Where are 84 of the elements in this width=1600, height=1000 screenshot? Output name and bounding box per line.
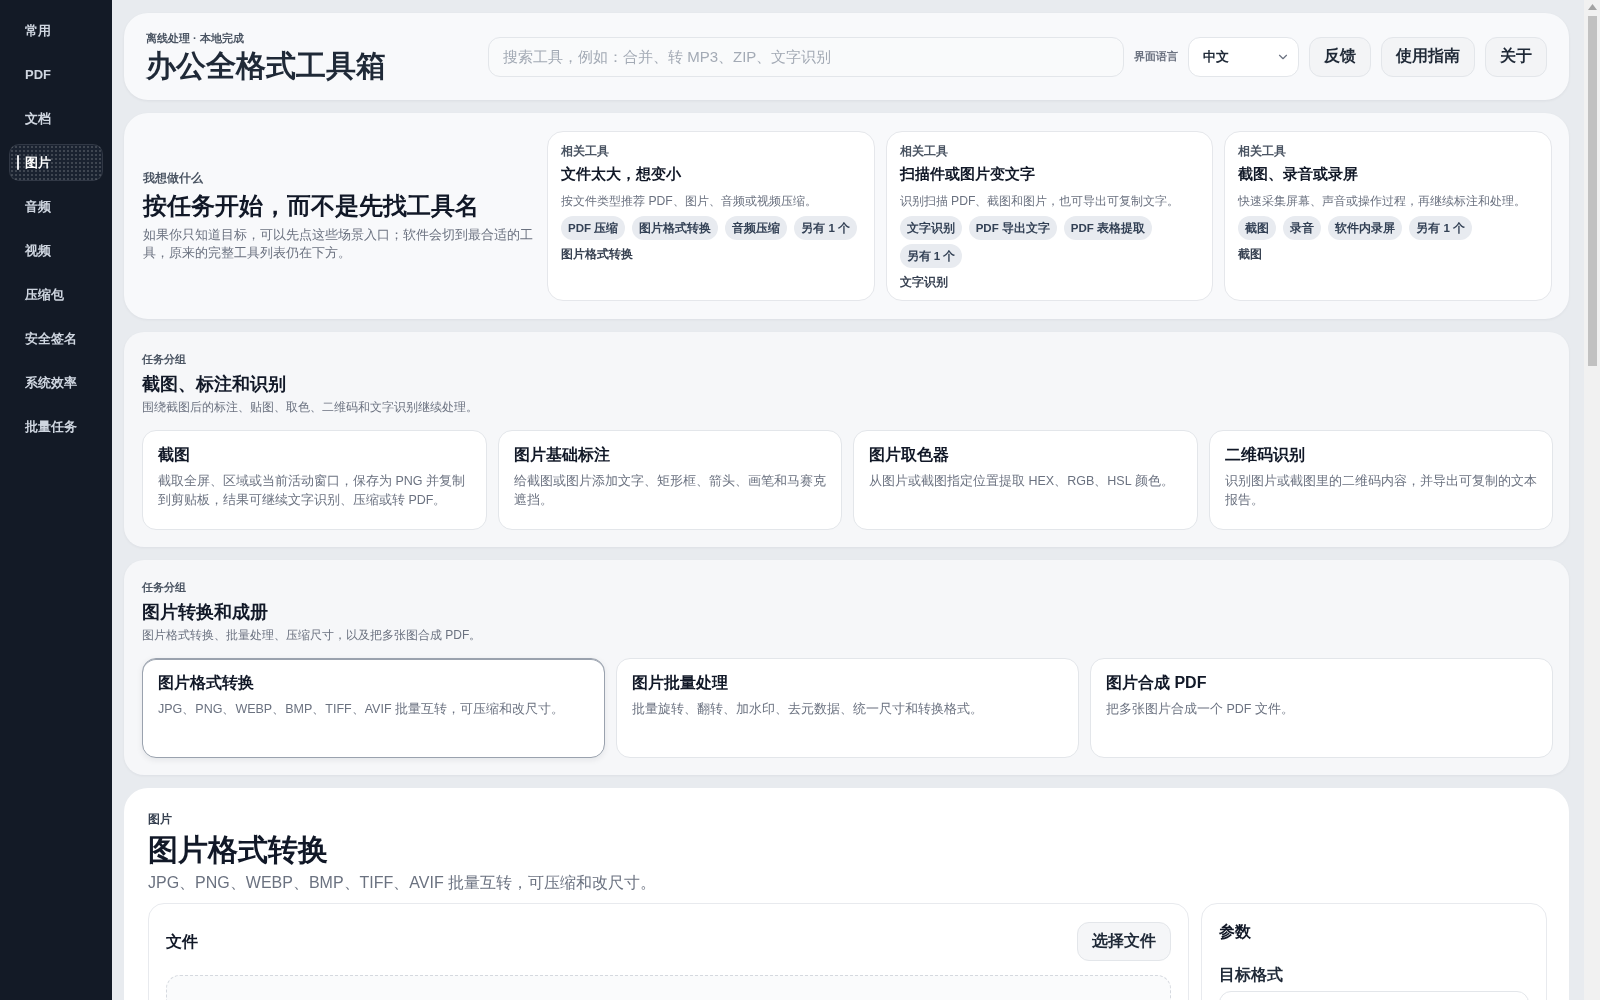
group-eyebrow: 任务分组	[142, 352, 187, 367]
group-eyebrow: 任务分组	[142, 580, 187, 595]
sidebar-item[interactable]: 文档	[9, 100, 103, 137]
header-button[interactable]: 反馈	[1309, 36, 1371, 77]
sidebar-item[interactable]: 批量任务	[9, 408, 103, 445]
tool-card[interactable]: 二维码识别 识别图片或截图里的二维码内容，并导出可复制的文本报告。	[1208, 430, 1553, 530]
scenario-card[interactable]: 相关工具 截图、录音或录屏 快速采集屏幕、声音或操作过程，再继续标注和处理。 截图 录音 软件内录屏 另有 1 个 截图	[1224, 131, 1552, 301]
scenario-eyebrow: 相关工具	[899, 143, 948, 159]
sidebar-item[interactable]: 音频	[9, 188, 103, 225]
tool-card[interactable]: 图片格式转换 JPG、PNG、WEBP、BMP、TIFF、AVIF 批量互转，可压缩和改尺寸。	[142, 658, 605, 758]
header-button[interactable]: 关于	[1485, 36, 1547, 77]
group-title: 截图、标注和识别	[142, 373, 287, 396]
tool-tag[interactable]: 音频压缩	[725, 216, 788, 240]
sidebar-item[interactable]: 图片	[9, 144, 103, 181]
group-description: 围绕截图后的标注、贴图、取色、二维码和文字识别继续处理。	[142, 399, 479, 415]
group-description: 图片格式转换、批量处理、压缩尺寸，以及把多张图合成 PDF。	[142, 627, 483, 643]
tool-card[interactable]: 图片合成 PDF 把多张图片合成一个 PDF 文件。	[1090, 658, 1553, 758]
app-title: 办公全格式工具箱	[146, 47, 387, 84]
intro-title: 按任务开始，而不是先找工具名	[143, 191, 480, 221]
tool-link[interactable]: 文字识别	[899, 274, 948, 290]
intro-eyebrow: 我想做什么	[143, 170, 204, 186]
tool-tag[interactable]: 另有 1 个	[794, 216, 857, 240]
tool-title: 图片格式转换	[148, 832, 329, 868]
tool-tag[interactable]: 截图	[1238, 216, 1277, 240]
sidebar-item[interactable]: 压缩包	[9, 276, 103, 313]
tool-card[interactable]: 图片取色器 从图片或截图指定位置提取 HEX、RGB、HSL 颜色。	[853, 430, 1198, 530]
tool-description: 给截图或图片添加文字、矩形框、箭头、画笔和马赛克遮挡。	[513, 473, 826, 509]
tool-summary: JPG、PNG、WEBP、BMP、TIFF、AVIF 批量互转，可压缩和改尺寸。	[148, 873, 658, 893]
field-label: 目标格式	[1219, 965, 1284, 985]
tool-category: 图片	[148, 811, 173, 827]
tool-description: 批量旋转、翻转、加水印、去元数据、统一尺寸和转换格式。	[632, 701, 983, 718]
tool-name: 图片基础标注	[513, 445, 610, 465]
tool-link[interactable]: 图片格式转换	[561, 246, 633, 262]
tool-name: 图片取色器	[869, 445, 949, 465]
sidebar-item[interactable]: 安全签名	[9, 320, 103, 357]
tool-description: 把多张图片合成一个 PDF 文件。	[1106, 701, 1294, 718]
sidebar-item[interactable]: 视频	[9, 232, 103, 269]
scenario-description: 识别扫描 PDF、截图和图片，也可导出可复制文字。	[899, 193, 1180, 210]
tool-card[interactable]: 图片基础标注 给截图或图片添加文字、矩形框、箭头、画笔和马赛克遮挡。	[497, 430, 842, 530]
tool-description: 识别图片或截图里的二维码内容，并导出可复制的文本报告。	[1224, 473, 1537, 509]
header-button[interactable]: 使用指南	[1381, 36, 1475, 77]
tool-tag[interactable]: PDF 压缩	[561, 216, 626, 240]
language-label: 界面语言	[1134, 49, 1178, 64]
files-title: 文件	[166, 931, 198, 952]
scenario-eyebrow: 相关工具	[1238, 143, 1287, 159]
params-title: 参数	[1219, 922, 1252, 942]
group-title: 图片转换和成册	[142, 601, 269, 624]
tool-name: 图片合成 PDF	[1106, 673, 1207, 693]
tool-name: 截图	[158, 445, 190, 465]
scenario-title: 文件太大，想变小	[561, 164, 681, 184]
tool-card[interactable]: 图片批量处理 批量旋转、翻转、加水印、去元数据、统一尺寸和转换格式。	[616, 658, 1079, 758]
sidebar-item[interactable]: 常用	[9, 12, 103, 49]
tool-tag[interactable]: PDF 表格提取	[1063, 216, 1153, 240]
scroll-up-arrow-icon[interactable]	[1587, 4, 1597, 10]
tool-description: 从图片或截图指定位置提取 HEX、RGB、HSL 颜色。	[869, 473, 1174, 490]
tool-card[interactable]: 截图 截取全屏、区域或当前活动窗口，保存为 PNG 并复制到剪贴板，结果可继续文字识别、压缩或转 PDF。	[142, 430, 487, 530]
scenario-card[interactable]: 相关工具 文件太大，想变小 按文件类型推荐 PDF、图片、音频或视频压缩。 PDF 压缩 图片格式转换 音频压缩 另有 1 个 图片格式转换	[547, 131, 875, 301]
scenario-title: 截图、录音或录屏	[1238, 164, 1359, 184]
sidebar-item[interactable]: 系统效率	[9, 364, 103, 401]
tool-tag[interactable]: 图片格式转换	[632, 216, 719, 240]
tool-description: JPG、PNG、WEBP、BMP、TIFF、AVIF 批量互转，可压缩和改尺寸。	[158, 701, 564, 718]
tool-tag[interactable]: PDF 导出文字	[968, 216, 1057, 240]
tool-link[interactable]: 截图	[1238, 246, 1263, 262]
intro-description: 如果你只知道目标，可以先点这些场景入口；软件会切到最合适的工具，原来的完整工具列表仍在下方。	[143, 226, 534, 262]
scrollbar-thumb[interactable]	[1587, 16, 1597, 366]
tool-tag[interactable]: 文字识别	[899, 216, 962, 240]
app-tagline: 离线处理 · 本地完成	[146, 30, 245, 46]
scenario-card[interactable]: 相关工具 扫描件或图片变文字 识别扫描 PDF、截图和图片，也可导出可复制文字。 文字识别 PDF 导出文字 PDF 表格提取 另有 1 个 文字识别	[885, 131, 1214, 301]
choose-file-button[interactable]: 选择文件	[1077, 922, 1171, 961]
language-select[interactable]: 中文	[1188, 36, 1299, 77]
sidebar-item[interactable]: PDF	[9, 56, 103, 93]
tool-tag[interactable]: 录音	[1283, 216, 1322, 240]
scenario-eyebrow: 相关工具	[561, 143, 609, 159]
tool-name: 二维码识别	[1224, 445, 1305, 465]
tool-description: 截取全屏、区域或当前活动窗口，保存为 PNG 并复制到剪贴板，结果可继续文字识别、压缩或转 PDF。	[158, 473, 467, 509]
tool-tag[interactable]: 另有 1 个	[899, 244, 963, 268]
scenario-title: 扫描件或图片变文字	[899, 164, 1035, 184]
tool-name: 图片格式转换	[158, 673, 254, 693]
tool-tag[interactable]: 软件内录屏	[1328, 216, 1403, 240]
tool-name: 图片批量处理	[632, 673, 728, 693]
scenario-description: 按文件类型推荐 PDF、图片、音频或视频压缩。	[561, 193, 817, 210]
search-field[interactable]: 搜索工具，例如：合并、转 MP3、ZIP、文字识别	[488, 36, 1124, 77]
tool-tag[interactable]: 另有 1 个	[1409, 216, 1473, 240]
scenario-description: 快速采集屏幕、声音或操作过程，再继续标注和处理。	[1238, 193, 1527, 210]
